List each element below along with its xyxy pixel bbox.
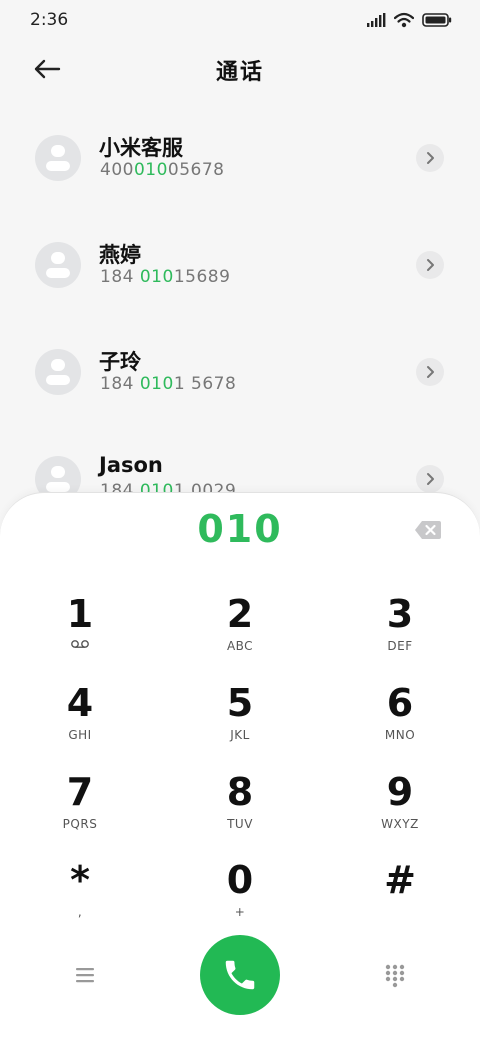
key-6[interactable]: 6 MNO — [340, 680, 460, 760]
chevron-right-icon — [427, 366, 434, 378]
avatar — [35, 349, 81, 395]
contact-name: 小米客服 — [99, 136, 183, 160]
wifi-icon — [394, 12, 414, 28]
key-9[interactable]: 9 WXYZ — [340, 769, 460, 849]
contact-number: 40001005678 — [100, 160, 225, 180]
key-4[interactable]: 4 GHI — [20, 680, 140, 760]
contact-detail-button[interactable] — [416, 251, 444, 279]
call-button[interactable] — [200, 935, 280, 1015]
contact-detail-button[interactable] — [416, 465, 444, 493]
avatar — [35, 135, 81, 181]
chevron-right-icon — [427, 473, 434, 485]
chevron-right-icon — [427, 259, 434, 271]
menu-icon — [76, 968, 94, 983]
backspace-icon — [415, 521, 441, 539]
key-5[interactable]: 5 JKL — [180, 680, 300, 760]
chevron-right-icon — [427, 152, 434, 164]
voicemail-icon — [71, 640, 89, 648]
battery-icon — [422, 13, 452, 27]
page-title: 通话 — [215, 60, 264, 85]
contact-name: Jason — [99, 453, 163, 477]
key-7[interactable]: 7 PQRS — [20, 769, 140, 849]
key-0[interactable]: 0 + — [180, 857, 300, 937]
signal-icon — [367, 13, 386, 27]
contact-number: 184 0101 5678 — [100, 374, 237, 394]
dialpad-grid-icon — [385, 964, 405, 988]
contact-row[interactable]: 小米客服 40001005678 — [0, 110, 480, 206]
key-hash[interactable]: # — [340, 857, 460, 937]
dialpad-toggle-button[interactable] — [383, 963, 407, 989]
contact-detail-button[interactable] — [416, 358, 444, 386]
contact-name: 子玲 — [99, 350, 141, 374]
contact-row[interactable]: 燕婷 184 01015689 — [0, 217, 480, 313]
key-star[interactable]: * , — [20, 857, 140, 937]
contact-number: 184 01015689 — [100, 267, 231, 287]
key-3[interactable]: 3 DEF — [340, 591, 460, 671]
contact-detail-button[interactable] — [416, 144, 444, 172]
status-icons — [366, 10, 452, 30]
dialpad-panel: 010 1 2 ABC 3 DEF 4 GHI 5 JKL 6 MNO 7 PQ… — [0, 492, 480, 1041]
menu-button[interactable] — [72, 963, 98, 987]
key-2[interactable]: 2 ABC — [180, 591, 300, 671]
header: 通话 — [0, 44, 480, 94]
contact-name: 燕婷 — [99, 243, 141, 267]
status-time: 2:36 — [30, 10, 69, 30]
phone-icon — [225, 960, 255, 990]
contact-row[interactable]: 子玲 184 0101 5678 — [0, 324, 480, 420]
avatar — [35, 242, 81, 288]
key-8[interactable]: 8 TUV — [180, 769, 300, 849]
delete-button[interactable] — [414, 520, 442, 540]
dialed-number: 010 — [197, 507, 283, 551]
key-1[interactable]: 1 — [20, 591, 140, 671]
status-bar: 2:36 — [0, 0, 480, 40]
